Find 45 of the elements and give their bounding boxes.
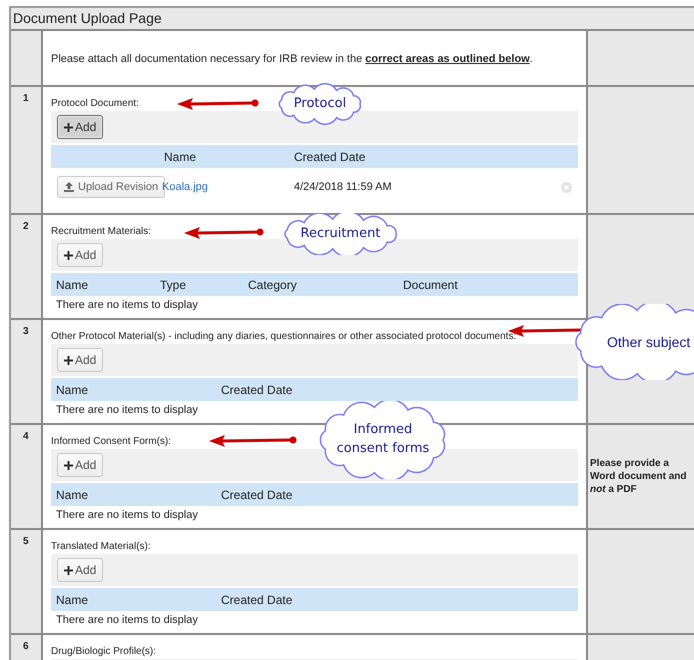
section-label: Informed Consent Form(s):: [51, 436, 172, 447]
column-header: Name: [55, 592, 90, 606]
plus-icon: [64, 250, 73, 260]
add-button[interactable]: Add: [57, 453, 104, 477]
upload-icon: [64, 182, 74, 192]
created-date: 4/24/2018 11:59 AM: [293, 181, 392, 193]
row-number: 1: [11, 87, 43, 213]
empty-message: There are no items to display: [55, 613, 199, 626]
column-header: Name: [55, 488, 90, 502]
section-label: Other Protocol Material(s) - including any diaries, questionnaires or other associated protocol documents:: [51, 331, 516, 342]
column-header: Created Date: [220, 382, 294, 396]
add-button[interactable]: Add: [57, 115, 104, 139]
column-header: Created Date: [220, 592, 294, 606]
section-label: Drug/Biologic Profile(s):: [51, 646, 156, 657]
empty-message: There are no items to display: [55, 403, 199, 416]
row-number: 5: [11, 530, 43, 633]
column-header: Type: [159, 278, 188, 292]
row-number: 2: [11, 215, 43, 318]
column-header: Name: [55, 278, 90, 292]
column-header: Category: [247, 278, 298, 292]
empty-message: There are no items to display: [55, 298, 199, 311]
column-header: Created Date: [220, 488, 294, 502]
section-label: Protocol Document:: [51, 98, 139, 109]
delete-icon[interactable]: [561, 182, 572, 192]
empty-message: There are no items to display: [55, 508, 199, 521]
row-number: 3: [11, 320, 43, 423]
section-label: Translated Material(s):: [51, 541, 151, 552]
row-number: 4: [11, 425, 43, 528]
row-number: 6: [11, 635, 43, 660]
add-button[interactable]: Add: [57, 243, 104, 267]
column-header: Document: [402, 278, 459, 292]
intro-text: Please attach all documentation necessary for IRB review in the correct areas as outlined below.: [51, 52, 534, 67]
plus-icon: [64, 122, 73, 132]
add-button[interactable]: Add: [57, 348, 104, 372]
section-label: Recruitment Materials:: [51, 226, 152, 237]
callout-cloud: Other subject: [572, 304, 694, 380]
page-title: Document Upload Page: [11, 8, 694, 31]
column-header: Name: [163, 150, 198, 164]
note-text: Please provide a Word document and not a PDF: [590, 457, 688, 496]
plus-icon: [64, 356, 73, 364]
add-button[interactable]: Add: [57, 558, 104, 582]
column-header: Created Date: [293, 150, 366, 164]
plus-icon: [64, 566, 73, 574]
column-header: Name: [55, 382, 90, 396]
plus-icon: [64, 460, 73, 470]
